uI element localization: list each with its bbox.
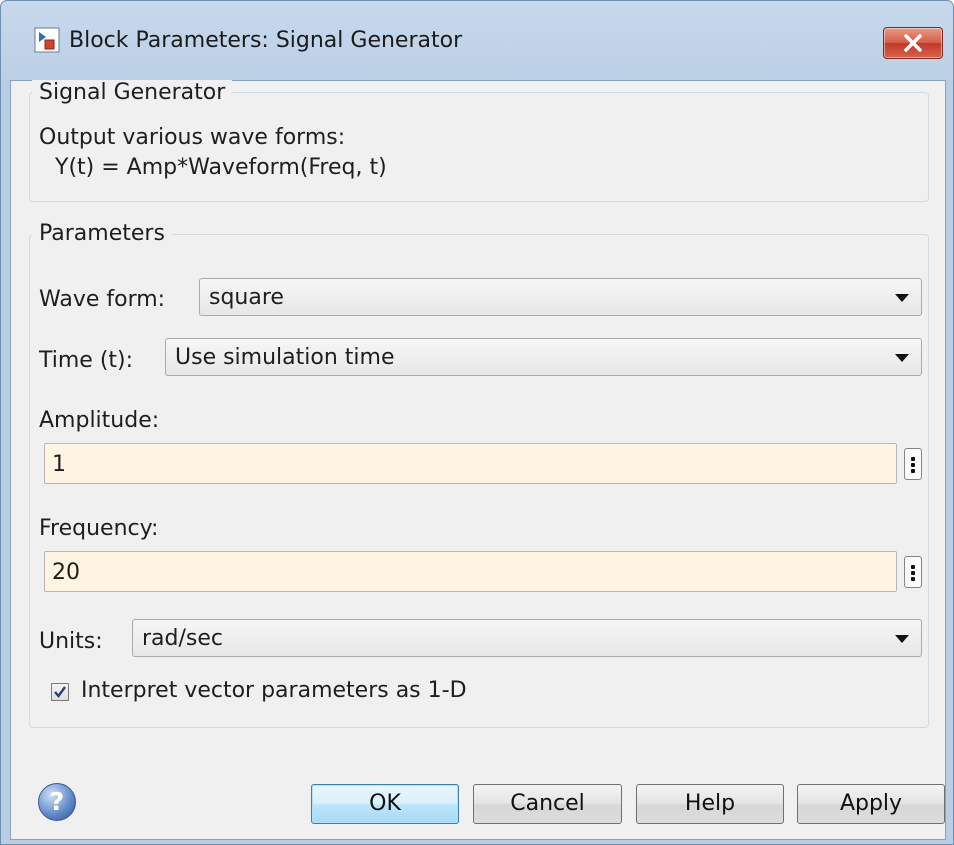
help-button[interactable]: Help xyxy=(636,784,784,824)
frequency-value: 20 xyxy=(52,560,80,585)
chevron-down-icon xyxy=(895,635,909,643)
help-question-icon[interactable]: ? xyxy=(38,783,76,821)
cancel-button[interactable]: Cancel xyxy=(473,784,622,824)
interpret-vector-checkbox[interactable] xyxy=(51,683,69,701)
amplitude-field[interactable]: 1 xyxy=(44,443,897,484)
simulink-block-icon xyxy=(34,27,60,53)
time-select[interactable]: Use simulation time xyxy=(165,338,922,376)
title-bar[interactable]: Block Parameters: Signal Generator xyxy=(1,1,953,79)
units-label: Units: xyxy=(39,629,103,654)
wave-form-value: square xyxy=(209,285,284,310)
units-select[interactable]: rad/sec xyxy=(132,619,922,657)
dialog-body: Signal Generator Output various wave for… xyxy=(10,80,946,840)
units-value: rad/sec xyxy=(142,626,223,651)
apply-button[interactable]: Apply xyxy=(797,784,945,824)
description-line-1: Output various wave forms: xyxy=(39,125,346,150)
dialog-window: Block Parameters: Signal Generator Signa… xyxy=(0,0,954,845)
wave-form-select[interactable]: square xyxy=(199,278,922,316)
close-button[interactable] xyxy=(883,27,943,59)
parameters-group-title: Parameters xyxy=(32,221,172,246)
amplitude-value: 1 xyxy=(52,452,66,477)
chevron-down-icon xyxy=(895,294,909,302)
amplitude-label: Amplitude: xyxy=(39,408,160,433)
chevron-down-icon xyxy=(895,354,909,362)
amplitude-options-button[interactable] xyxy=(904,448,922,480)
description-line-2: Y(t) = Amp*Waveform(Freq, t) xyxy=(55,155,387,180)
window-title: Block Parameters: Signal Generator xyxy=(69,28,463,53)
description-group-title: Signal Generator xyxy=(32,80,233,105)
frequency-field[interactable]: 20 xyxy=(44,551,897,592)
time-value: Use simulation time xyxy=(175,345,395,370)
frequency-options-button[interactable] xyxy=(904,556,922,588)
interpret-vector-label[interactable]: Interpret vector parameters as 1-D xyxy=(81,678,467,703)
close-icon xyxy=(904,34,922,52)
checkmark-icon xyxy=(54,686,66,698)
ok-button[interactable]: OK xyxy=(311,784,459,824)
frequency-label: Frequency: xyxy=(39,516,159,541)
time-label: Time (t): xyxy=(39,348,134,373)
wave-form-label: Wave form: xyxy=(39,287,166,312)
